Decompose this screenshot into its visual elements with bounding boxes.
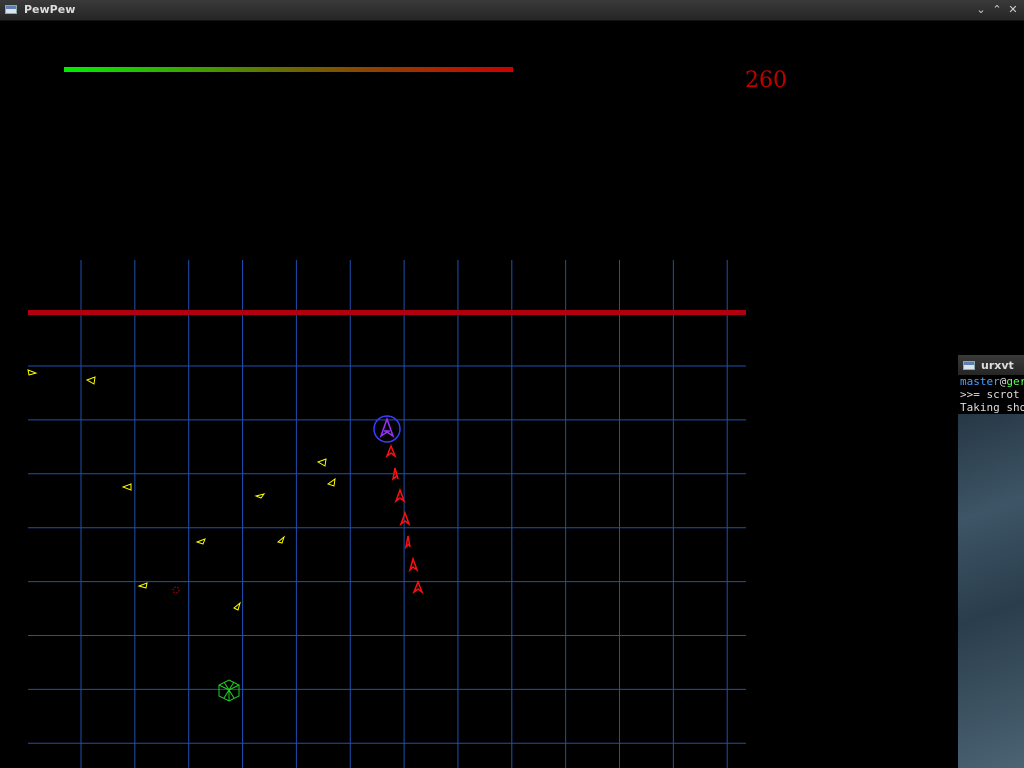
enemy-ship bbox=[276, 535, 286, 544]
bullet bbox=[404, 535, 411, 550]
bullet bbox=[394, 487, 406, 504]
bullet bbox=[399, 510, 411, 527]
enemy-ship bbox=[326, 477, 336, 487]
playfield bbox=[27, 67, 746, 768]
prompt-user: master bbox=[960, 375, 1000, 388]
terminal-output-line: Taking sho bbox=[958, 401, 1024, 414]
terminal-title-bar: urxvt bbox=[958, 355, 1024, 375]
terminal-title: urxvt bbox=[981, 359, 1014, 372]
player-icon bbox=[379, 416, 395, 438]
prompt-host: ger bbox=[1006, 375, 1024, 388]
bullet bbox=[412, 579, 424, 595]
mine bbox=[172, 586, 180, 594]
terminal-prompt-line: master@ger bbox=[958, 375, 1024, 388]
arena-grid bbox=[28, 260, 746, 768]
cube-enemy bbox=[218, 679, 240, 702]
score-display: 260 bbox=[745, 68, 787, 93]
enemy-ship bbox=[233, 601, 241, 611]
health-bar bbox=[64, 67, 513, 72]
window-title: PewPew bbox=[24, 3, 76, 16]
title-bar: PewPew ⌄ ⌃ ✕ bbox=[0, 0, 1024, 21]
enemy-ship bbox=[121, 483, 132, 491]
enemy-ship bbox=[195, 538, 206, 545]
enemy-ship bbox=[85, 376, 96, 385]
terminal-icon bbox=[963, 361, 975, 370]
arena-barrier bbox=[28, 310, 746, 315]
terminal-command-line: >>= scrot bbox=[958, 388, 1024, 401]
game-canvas[interactable]: 260 bbox=[0, 21, 1024, 768]
player-ship bbox=[373, 415, 401, 443]
bullet bbox=[385, 443, 397, 459]
enemy-ship bbox=[27, 369, 38, 376]
bullet bbox=[408, 556, 419, 573]
minimize-button[interactable]: ⌄ bbox=[974, 2, 988, 18]
enemy-ship bbox=[316, 458, 327, 467]
close-button[interactable]: ✕ bbox=[1006, 2, 1020, 18]
maximize-button[interactable]: ⌃ bbox=[990, 2, 1004, 18]
enemy-ship bbox=[254, 493, 266, 499]
window-icon bbox=[5, 5, 17, 14]
terminal-window[interactable]: urxvt master@ger >>= scrot Taking sho bbox=[958, 355, 1024, 768]
terminal-body[interactable]: master@ger >>= scrot Taking sho bbox=[958, 375, 1024, 768]
enemy-ship bbox=[137, 582, 148, 589]
